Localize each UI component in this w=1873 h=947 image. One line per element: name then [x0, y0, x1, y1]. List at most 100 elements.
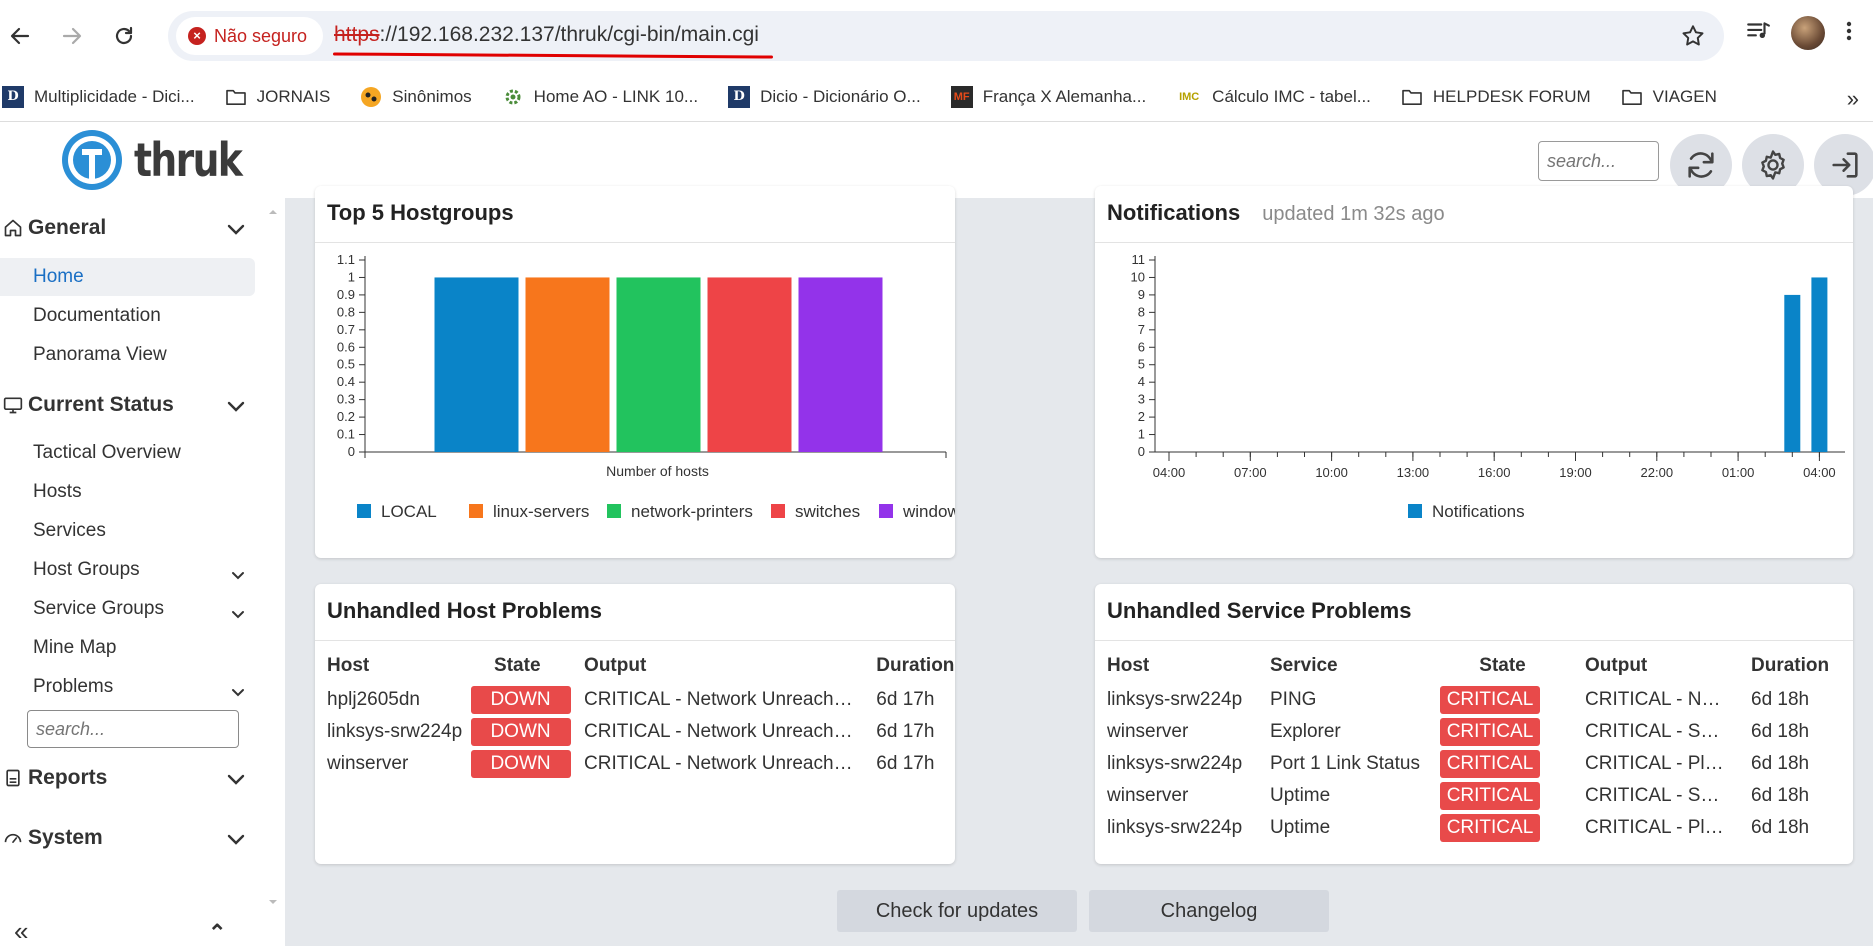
x-tick-label: 19:00	[1559, 465, 1592, 480]
sidebar-section-general[interactable]: General	[0, 208, 255, 248]
sidebar-section-reports[interactable]: Reports	[0, 758, 255, 798]
output-cell: CRITICAL - Network Unreachable (192.168.…	[584, 753, 855, 774]
bar-notifications	[1811, 277, 1828, 452]
service-cell[interactable]: Explorer	[1270, 716, 1440, 748]
panel-title: Unhandled Service Problems	[1107, 598, 1412, 623]
legend-label: Notifications	[1432, 502, 1525, 521]
y-tick-label: 1	[1138, 427, 1145, 442]
changelog-button[interactable]: Changelog	[1089, 890, 1329, 932]
service-cell[interactable]: Uptime	[1270, 780, 1440, 812]
host-cell[interactable]: linksys-srw224p	[1107, 812, 1270, 844]
sidebar-section-current-status[interactable]: Current Status	[0, 385, 255, 425]
bookmark-item[interactable]: Home AO - LINK 10...	[502, 86, 698, 108]
browser-menu-button[interactable]	[1845, 18, 1853, 49]
status-badge: DOWN	[470, 686, 571, 714]
column-header[interactable]: Output	[584, 648, 876, 684]
notifications-panel: Notifications updated 1m 32s ago 01234567…	[1095, 186, 1853, 558]
bookmark-item[interactable]: D Multiplicidade - Dici...	[2, 85, 195, 108]
thruk-logo[interactable]: thruk	[60, 128, 265, 192]
bar-windows-servers	[798, 277, 883, 452]
bookmark-item[interactable]: HELPDESK FORUM	[1401, 86, 1591, 108]
service-cell[interactable]: Port 1 Link Status	[1270, 748, 1440, 780]
x-tick-label: 22:00	[1641, 465, 1674, 480]
sidebar-item-hosts[interactable]: Hosts	[33, 473, 253, 511]
sidebar-item-service-groups[interactable]: Service Groups	[33, 590, 253, 628]
media-control-button[interactable]	[1745, 18, 1771, 49]
sidebar-item-mine-map[interactable]: Mine Map	[33, 629, 253, 667]
service-cell[interactable]: PING	[1270, 684, 1440, 716]
table-header-row: Host Service State Output Duration	[1107, 648, 1845, 684]
column-header[interactable]: Duration	[1751, 648, 1845, 684]
y-tick-label: 8	[1138, 304, 1145, 319]
bookmark-item[interactable]: D Dicio - Dicionário O...	[728, 85, 921, 108]
sidebar-item-panorama-view[interactable]: Panorama View	[33, 336, 253, 374]
sidebar-item-host-groups[interactable]: Host Groups	[33, 551, 253, 589]
chevron-down-icon[interactable]	[231, 603, 245, 625]
column-header[interactable]: Duration	[876, 648, 955, 684]
legend-swatch	[469, 504, 483, 518]
forward-button[interactable]	[52, 16, 92, 56]
sidebar-item-tactical-overview[interactable]: Tactical Overview	[33, 434, 253, 472]
table-row[interactable]: linksys-srw224p Port 1 Link Status CRITICA…	[1107, 748, 1845, 780]
service-cell[interactable]: Uptime	[1270, 812, 1440, 844]
table-row[interactable]: winserverUptimeCRITICAL CRITICAL - Socket…	[1107, 780, 1845, 812]
collapse-sidebar-button[interactable]: «	[14, 916, 28, 947]
bookmark-item[interactable]: IMC Cálculo IMC - tabel...	[1176, 86, 1371, 108]
table-row[interactable]: linksys-srw224p Uptime CRITICAL CRITICAL - …	[1107, 812, 1845, 844]
profile-avatar[interactable]	[1791, 16, 1825, 50]
host-cell[interactable]: winserver	[327, 748, 471, 780]
url-text[interactable]: https://192.168.232.137/thruk/cgi-bin/ma…	[334, 23, 759, 47]
back-button[interactable]	[0, 16, 40, 56]
column-header[interactable]: Service	[1270, 648, 1440, 684]
sidebar-scrollbar[interactable]	[264, 198, 282, 910]
legend-swatch	[879, 504, 893, 518]
scroll-top-button[interactable]: ⌃	[208, 920, 226, 946]
reload-button[interactable]	[104, 16, 144, 56]
security-chip[interactable]: × Não seguro	[176, 17, 324, 55]
bookmark-star-button[interactable]	[1680, 23, 1706, 49]
table-row[interactable]: linksys-srw224p DOWN CRITICAL - Network Un…	[327, 716, 955, 748]
arrow-right-icon	[62, 27, 82, 45]
refresh-icon	[1688, 152, 1714, 178]
status-badge: CRITICAL	[1440, 750, 1540, 778]
address-bar[interactable]: × Não seguro https://192.168.232.137/thr…	[168, 11, 1724, 61]
bookmark-item[interactable]: Sinônimos	[360, 86, 472, 108]
bookmark-item[interactable]: VIAGEN	[1621, 86, 1717, 108]
host-cell[interactable]: winserver	[1107, 716, 1270, 748]
column-header[interactable]: State	[471, 648, 585, 684]
bookmark-item[interactable]: MF França X Alemanha...	[950, 85, 1146, 108]
table-row[interactable]: winserverExplorerCRITICAL CRITICAL - Sock…	[1107, 716, 1845, 748]
sidebar-item-problems[interactable]: Problems	[33, 668, 253, 706]
column-header[interactable]: Host	[1107, 648, 1270, 684]
legend-label: network-printers	[631, 502, 753, 521]
output-cell: CRITICAL - Network Unreachable (192.168.…	[584, 721, 855, 742]
chevron-down-icon[interactable]	[231, 681, 245, 703]
chevron-down-icon[interactable]	[231, 564, 245, 586]
sidebar-search-input[interactable]	[27, 710, 239, 748]
output-cell: CRITICAL - Socket timeout	[1585, 721, 1727, 742]
column-header[interactable]: State	[1440, 648, 1585, 684]
legend-label: linux-servers	[493, 502, 589, 521]
x-tick-label: 16:00	[1478, 465, 1511, 480]
host-cell[interactable]: linksys-srw224p	[1107, 684, 1270, 716]
bookmarks-overflow-button[interactable]: »	[1847, 86, 1859, 112]
check-for-updates-button[interactable]: Check for updates	[837, 890, 1077, 932]
host-cell[interactable]: linksys-srw224p	[1107, 748, 1270, 780]
sidebar-item-documentation[interactable]: Documentation	[33, 297, 253, 335]
sidebar-item-home[interactable]: Home	[0, 258, 255, 296]
chevron-down-icon	[227, 395, 245, 419]
table-row[interactable]: winserver DOWN CRITICAL - Network Unreacha…	[327, 748, 955, 780]
column-header[interactable]: Output	[1585, 648, 1751, 684]
star-icon	[1682, 25, 1704, 46]
table-row[interactable]: linksys-srw224p PING CRITICAL CRITICAL - Ne…	[1107, 684, 1845, 716]
host-cell[interactable]: linksys-srw224p	[327, 716, 471, 748]
host-cell[interactable]: hplj2605dn	[327, 684, 471, 716]
bookmark-item[interactable]: JORNAIS	[225, 86, 330, 108]
column-header[interactable]: Host	[327, 648, 471, 684]
sidebar-item-services[interactable]: Services	[33, 512, 253, 550]
host-cell[interactable]: winserver	[1107, 780, 1270, 812]
sidebar-section-system[interactable]: System	[0, 818, 255, 858]
output-cell: CRITICAL - Socket timeout	[1585, 785, 1727, 806]
header-search-input[interactable]	[1538, 141, 1659, 181]
table-row[interactable]: hplj2605dn DOWN CRITICAL - Network Unreach…	[327, 684, 955, 716]
